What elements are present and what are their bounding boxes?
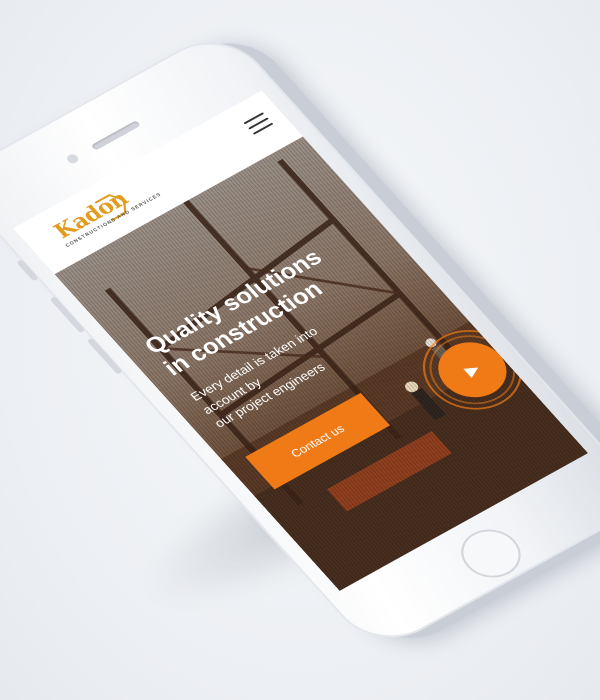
phone-screen: Kadon CONSTRUCTIONS AND SERVICES Quality… (13, 90, 589, 591)
play-icon: ▶ (461, 360, 484, 380)
earpiece-speaker (90, 120, 141, 151)
phone-body: Kadon CONSTRUCTIONS AND SERVICES Quality… (0, 25, 600, 655)
home-button (449, 520, 533, 587)
hamburger-menu-button[interactable] (243, 112, 274, 136)
front-camera (64, 152, 81, 165)
mute-switch (16, 259, 39, 282)
